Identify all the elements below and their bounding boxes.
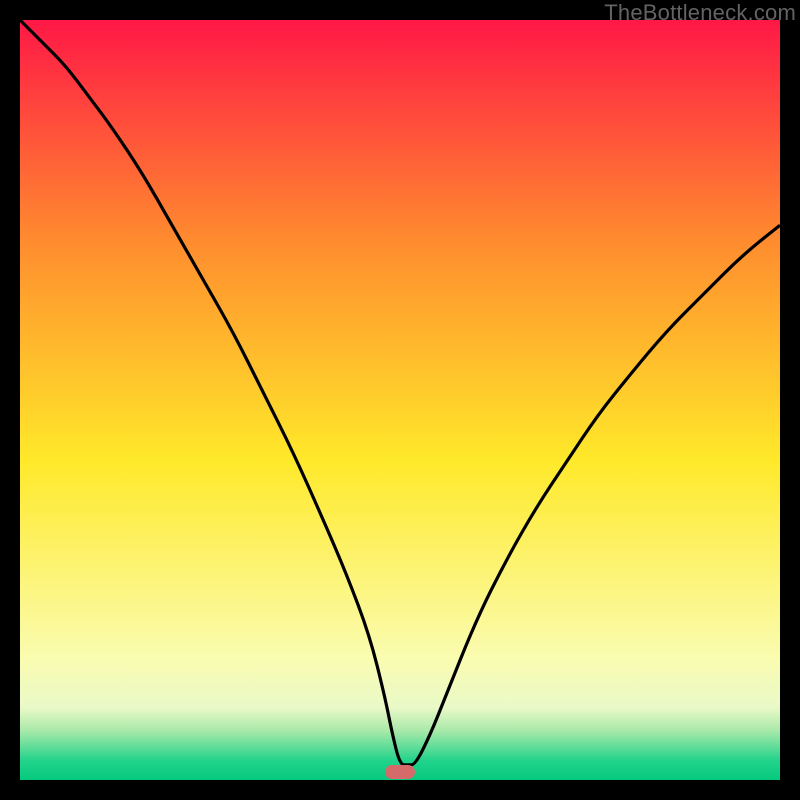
chart-frame: TheBottleneck.com bbox=[0, 0, 800, 800]
plot-area bbox=[20, 20, 780, 780]
optimal-point-marker bbox=[385, 765, 415, 779]
watermark-text: TheBottleneck.com bbox=[604, 0, 796, 26]
bottleneck-curve bbox=[20, 20, 780, 780]
